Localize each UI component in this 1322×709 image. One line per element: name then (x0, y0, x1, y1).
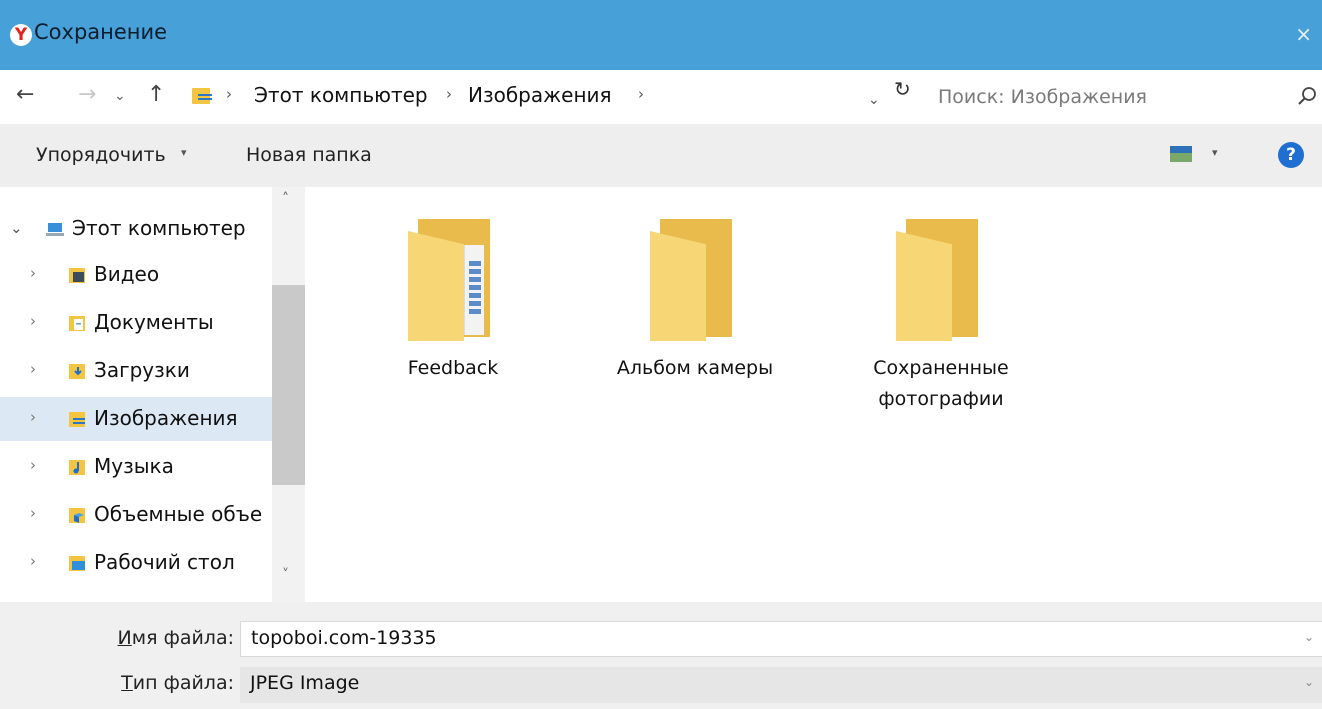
search-box (930, 80, 1322, 114)
sidebar-item-this-pc[interactable]: ⌄ Этот компьютер (0, 207, 272, 251)
sidebar-item-downloads[interactable]: › Загрузки (0, 349, 272, 393)
sidebar-item-label: Объемные объе (94, 502, 263, 526)
navigation-scrollbar[interactable]: ˄ ˅ (272, 187, 305, 602)
folder-name: Feedback (407, 357, 499, 379)
3d-objects-folder-icon (69, 508, 85, 523)
sidebar-item-3d-objects[interactable]: › Объемные объе (0, 493, 272, 537)
folder-with-document-icon (408, 215, 498, 345)
breadcrumb-separator-icon[interactable]: › (638, 85, 644, 103)
chevron-right-icon[interactable]: › (30, 408, 36, 426)
filename-label-text: мя файла: (131, 627, 234, 649)
chevron-right-icon[interactable]: › (30, 552, 36, 570)
folder-item-saved-pictures[interactable]: Сохраненные фотографии (841, 215, 1041, 435)
sidebar-item-label: Документы (94, 310, 214, 334)
chevron-right-icon[interactable]: › (30, 312, 36, 330)
navigation-pane: ⌄ Этот компьютер › Видео › Документы › З… (0, 187, 305, 602)
filename-label: Имя файла: (34, 627, 234, 649)
pictures-folder-icon (192, 86, 214, 106)
chevron-down-icon[interactable]: ⌄ (1304, 675, 1314, 689)
forward-arrow-icon[interactable]: → (78, 82, 96, 107)
video-folder-icon (69, 268, 85, 283)
filetype-label-accesskey: Т (121, 672, 133, 694)
breadcrumb-item-this-pc[interactable]: Этот компьютер (254, 83, 428, 107)
chevron-right-icon[interactable]: › (30, 504, 36, 522)
window-title: Сохранение (34, 20, 168, 44)
filetype-label-text: ип файла: (132, 672, 234, 694)
folder-item-feedback[interactable]: Feedback (353, 215, 553, 435)
close-button[interactable]: × (1295, 22, 1312, 46)
chevron-down-icon[interactable]: ▾ (181, 146, 187, 159)
breadcrumb-separator-icon[interactable]: › (446, 85, 452, 103)
help-icon[interactable]: ? (1278, 142, 1304, 168)
sidebar-item-label: Видео (94, 262, 160, 286)
documents-folder-icon (69, 316, 85, 331)
music-folder-icon (69, 460, 85, 475)
sidebar-item-music[interactable]: › Музыка (0, 445, 272, 489)
chevron-right-icon[interactable]: › (30, 456, 36, 474)
sidebar-item-label: Рабочий стол (94, 550, 235, 574)
back-arrow-icon[interactable]: ← (16, 82, 34, 107)
folder-name: Альбом камеры (616, 357, 774, 379)
filetype-select[interactable]: JPEG Image ⌄ (240, 667, 1322, 703)
filetype-value[interactable]: JPEG Image (250, 672, 359, 694)
yandex-browser-icon: Y (10, 24, 32, 46)
sidebar-item-pictures[interactable]: › Изображения (0, 397, 272, 441)
save-fields: Имя файла: topoboi.com-19335 ⌄ Тип файла… (0, 602, 1322, 709)
sidebar-item-label: Загрузки (94, 358, 190, 382)
sidebar-item-label: Этот компьютер (72, 216, 246, 240)
computer-icon (46, 223, 64, 236)
breadcrumb-item-pictures[interactable]: Изображения (468, 83, 612, 107)
breadcrumb-separator-icon[interactable]: › (226, 85, 232, 103)
sidebar-item-desktop[interactable]: › Рабочий стол (0, 541, 272, 585)
folder-icon (896, 215, 986, 345)
chevron-right-icon[interactable]: › (30, 360, 36, 378)
breadcrumb[interactable]: › Этот компьютер › Изображения › ⌄ (188, 80, 923, 114)
filename-label-accesskey: И (117, 627, 132, 649)
chevron-down-icon[interactable]: ⌄ (10, 219, 23, 237)
sidebar-item-video[interactable]: › Видео (0, 253, 272, 297)
command-bar: Упорядочить ▾ Новая папка ▾ ? (0, 124, 1322, 187)
filename-value[interactable]: topoboi.com-19335 (251, 627, 437, 649)
filename-field[interactable]: topoboi.com-19335 ⌄ (240, 621, 1322, 657)
search-icon[interactable] (1296, 85, 1318, 107)
recent-locations-chevron-icon[interactable]: ⌄ (114, 88, 126, 104)
chevron-right-icon[interactable]: › (30, 264, 36, 282)
up-arrow-icon[interactable]: ↑ (147, 82, 165, 107)
filetype-label: Тип файла: (34, 672, 234, 694)
address-dropdown-icon[interactable]: ⌄ (868, 92, 880, 108)
organize-button[interactable]: Упорядочить (36, 144, 166, 166)
address-bar-row: ← → ⌄ ↑ › Этот компьютер › Изображения ›… (0, 70, 1322, 124)
scroll-up-icon[interactable]: ˄ (282, 191, 289, 207)
file-list: Feedback Альбом камеры Сохраненные фотог… (305, 187, 1322, 602)
sidebar-item-label: Изображения (94, 406, 238, 430)
chevron-down-icon[interactable]: ⌄ (1304, 630, 1314, 644)
new-folder-button[interactable]: Новая папка (246, 144, 372, 166)
change-view-icon[interactable] (1170, 146, 1192, 162)
scroll-down-icon[interactable]: ˅ (282, 567, 289, 583)
refresh-icon[interactable]: ↻ (894, 77, 911, 101)
downloads-folder-icon (69, 364, 85, 379)
folder-icon (650, 215, 740, 345)
sidebar-item-label: Музыка (94, 454, 174, 478)
title-bar: Y Сохранение × (0, 0, 1322, 70)
desktop-folder-icon (69, 556, 85, 571)
folder-item-camera-roll[interactable]: Альбом камеры (595, 215, 795, 435)
chevron-down-icon[interactable]: ▾ (1212, 146, 1218, 159)
pictures-folder-icon (69, 412, 85, 427)
search-input[interactable] (938, 80, 1278, 114)
scrollbar-thumb[interactable] (272, 285, 305, 485)
folder-name: Сохраненные фотографии (873, 357, 1009, 410)
sidebar-item-documents[interactable]: › Документы (0, 301, 272, 345)
